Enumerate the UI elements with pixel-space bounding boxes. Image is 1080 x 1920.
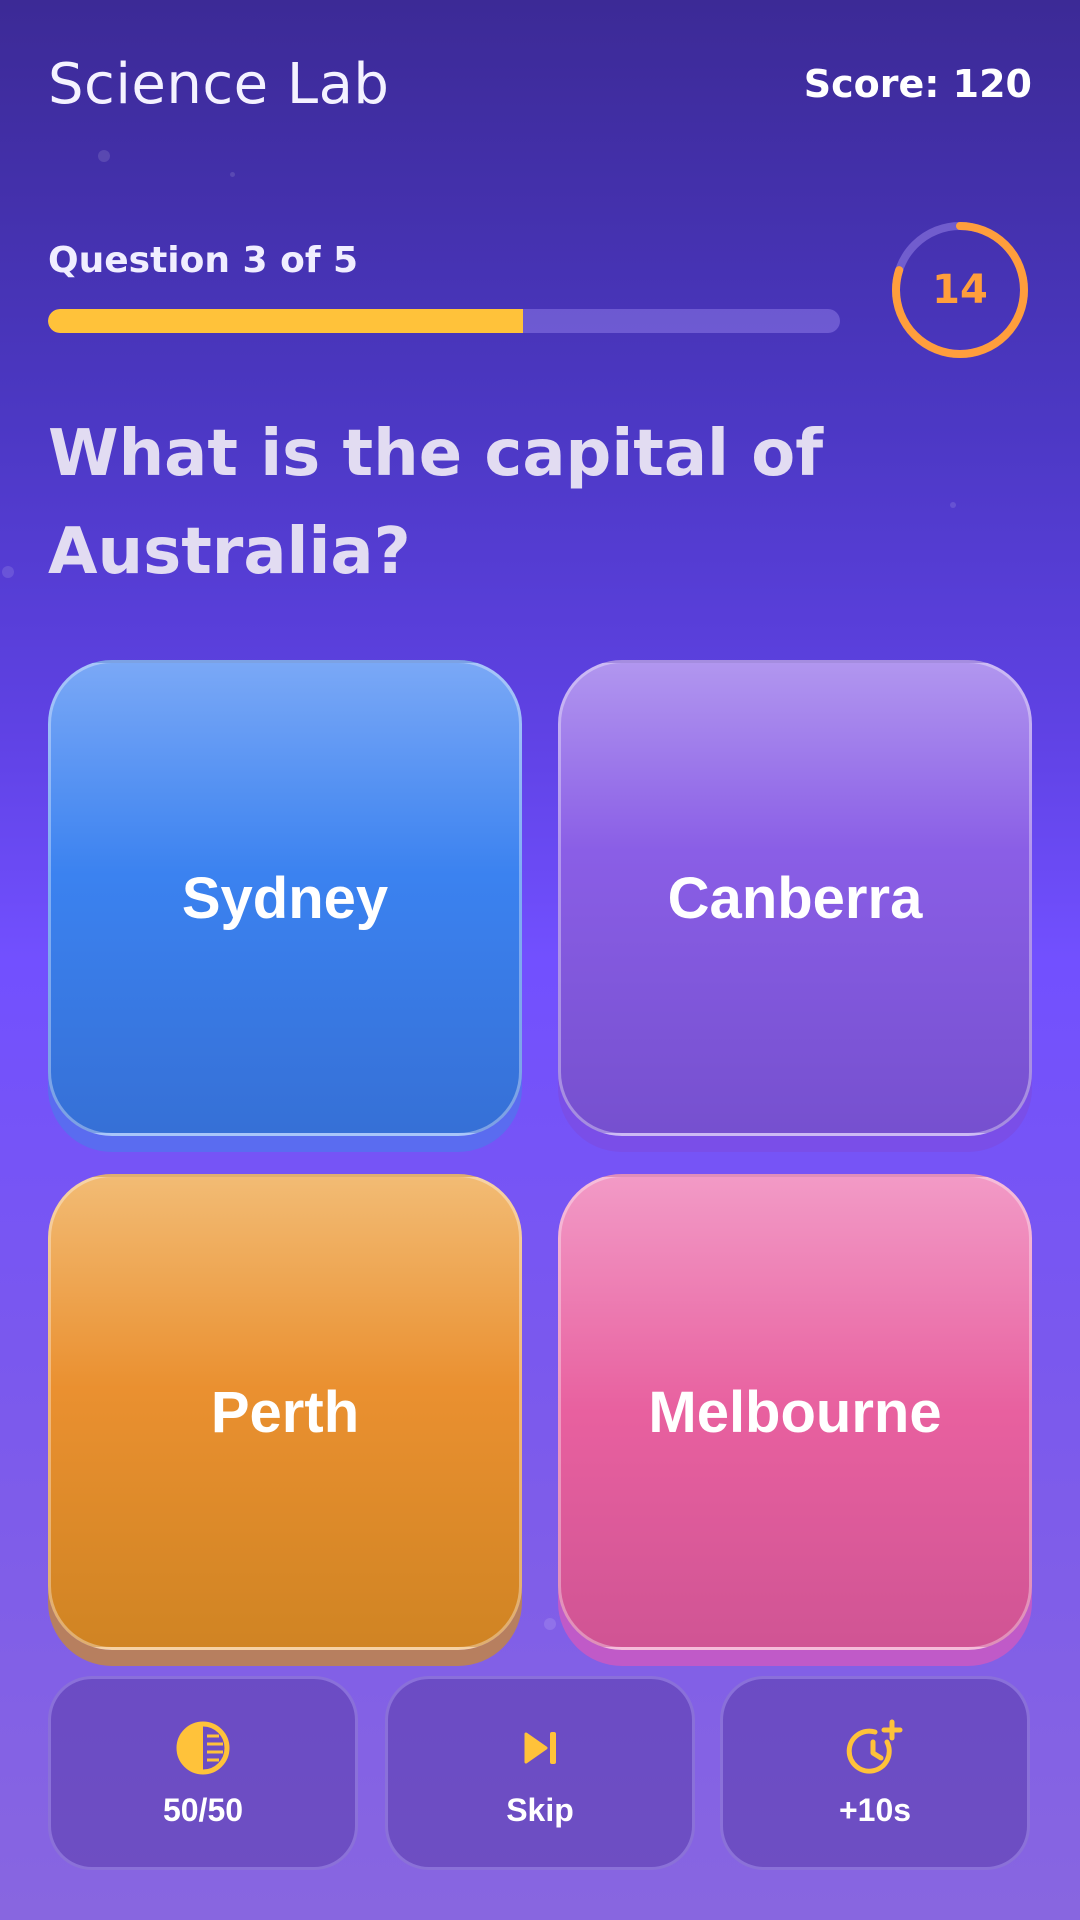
- answer-option-3[interactable]: Perth: [48, 1174, 522, 1650]
- skip-button[interactable]: Skip: [385, 1676, 695, 1870]
- timer-value: 14: [932, 267, 988, 313]
- question-text: What is the capital of Australia?: [48, 417, 824, 589]
- skip-next-icon: [510, 1718, 570, 1778]
- app-title: Science Lab: [48, 51, 390, 117]
- question-counter: Question 3 of 5: [48, 240, 359, 281]
- decor-dot: [544, 1618, 556, 1630]
- add-time-button[interactable]: +10s: [720, 1676, 1030, 1870]
- answer-option-2[interactable]: Canberra: [558, 660, 1032, 1136]
- decor-dot: [2, 566, 14, 578]
- progress-bar-fill: [48, 309, 524, 333]
- fifty-fifty-button[interactable]: 50/50: [48, 1676, 358, 1870]
- half-circle-icon: [173, 1718, 233, 1778]
- decor-dot: [230, 172, 235, 177]
- countdown-timer: 14: [888, 218, 1032, 362]
- decor-dot: [98, 150, 110, 162]
- question-progress: Question 3 of 5: [48, 240, 840, 333]
- answer-option-1[interactable]: Sydney: [48, 660, 522, 1136]
- answer-option-4[interactable]: Melbourne: [558, 1174, 1032, 1650]
- add-time-label: +10s: [838, 1791, 912, 1828]
- score-display: Score: 120: [803, 62, 1032, 106]
- fifty-fifty-label: 50/50: [162, 1791, 244, 1828]
- decor-dot: [950, 502, 956, 508]
- skip-label: Skip: [506, 1791, 574, 1828]
- clock-plus-icon: [845, 1718, 905, 1778]
- app-header: Science Lab Score: 120: [48, 44, 1032, 124]
- progress-bar: [48, 309, 840, 333]
